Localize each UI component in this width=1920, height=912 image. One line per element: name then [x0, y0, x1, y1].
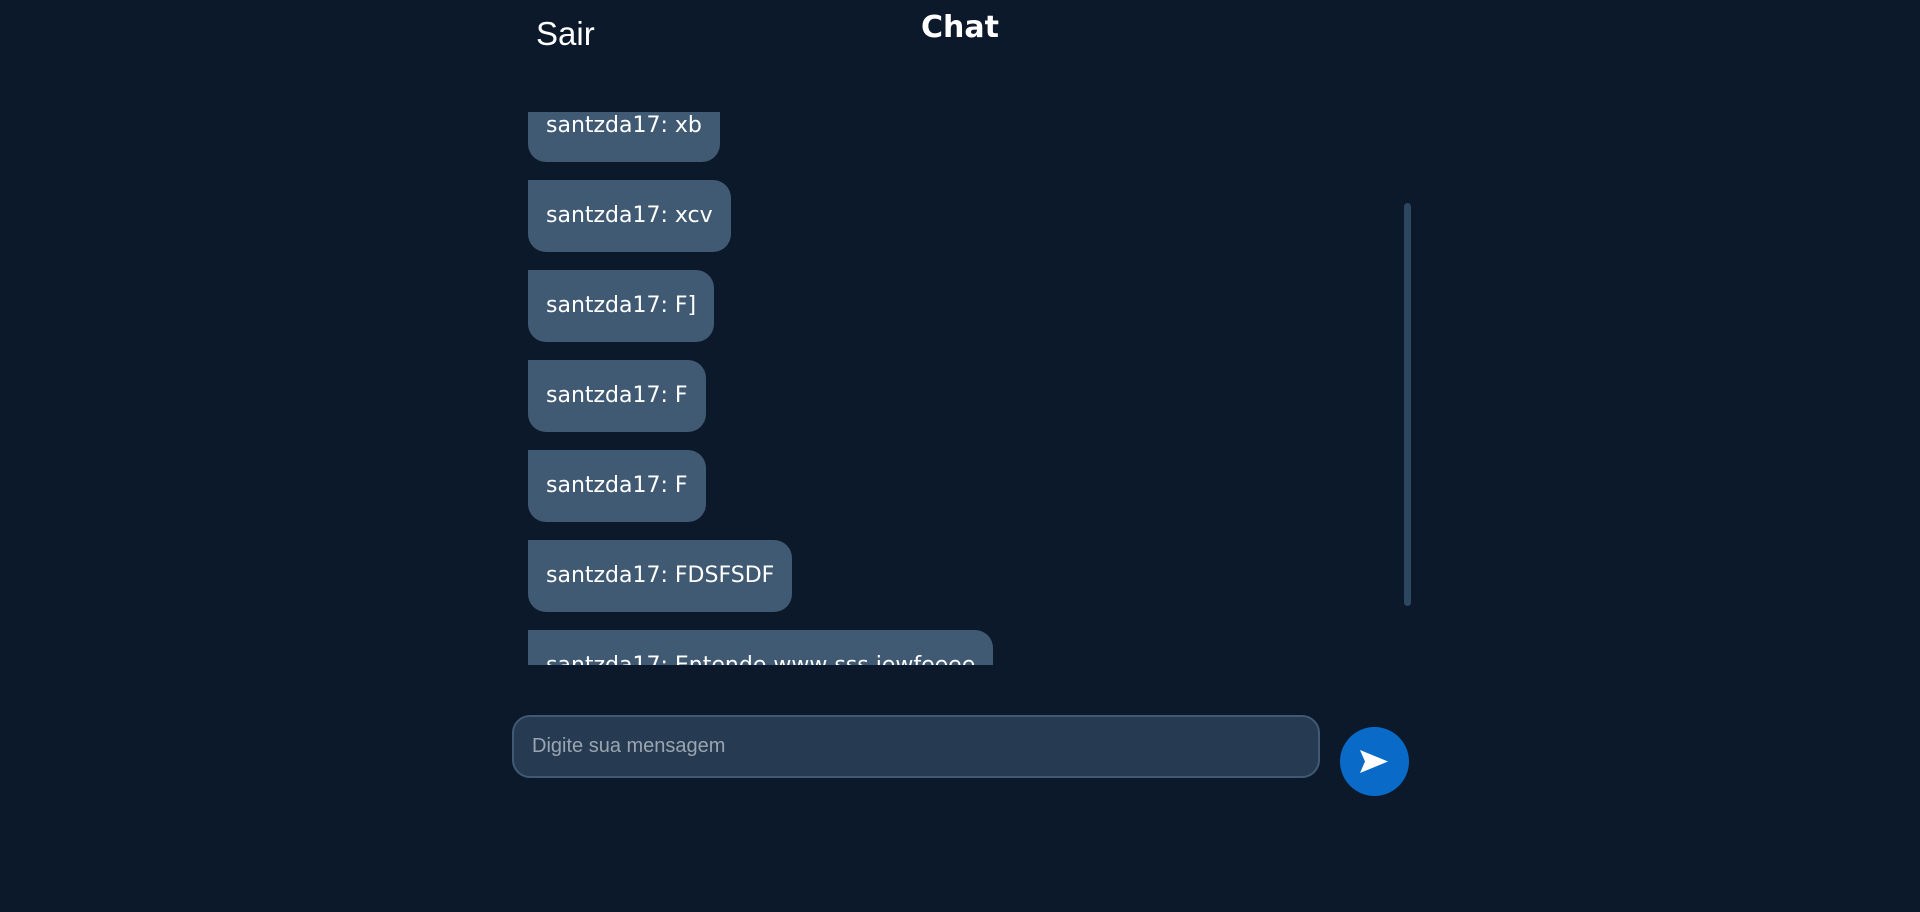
- message-bubble: santzda17: Entende www sss iewfeeee: [528, 630, 994, 665]
- message-input[interactable]: [512, 715, 1320, 778]
- message-bubble: santzda17: F: [528, 450, 706, 522]
- page-title: Chat: [921, 10, 999, 45]
- message-bubble: santzda17: xb: [528, 112, 720, 162]
- messages-list: santzda17: xb santzda17: xcv santzda17: …: [528, 112, 1388, 665]
- send-button[interactable]: [1340, 727, 1409, 796]
- message-bubble: santzda17: F]: [528, 270, 715, 342]
- message-bubble: santzda17: F: [528, 360, 706, 432]
- messages-scrollbar[interactable]: [1404, 203, 1411, 606]
- message-bubble: santzda17: xcv: [528, 180, 731, 252]
- messages-panel[interactable]: santzda17: xb santzda17: xcv santzda17: …: [528, 112, 1418, 665]
- message-bubble: santzda17: FDSFSDF: [528, 540, 793, 612]
- send-arrow-icon: [1360, 750, 1388, 773]
